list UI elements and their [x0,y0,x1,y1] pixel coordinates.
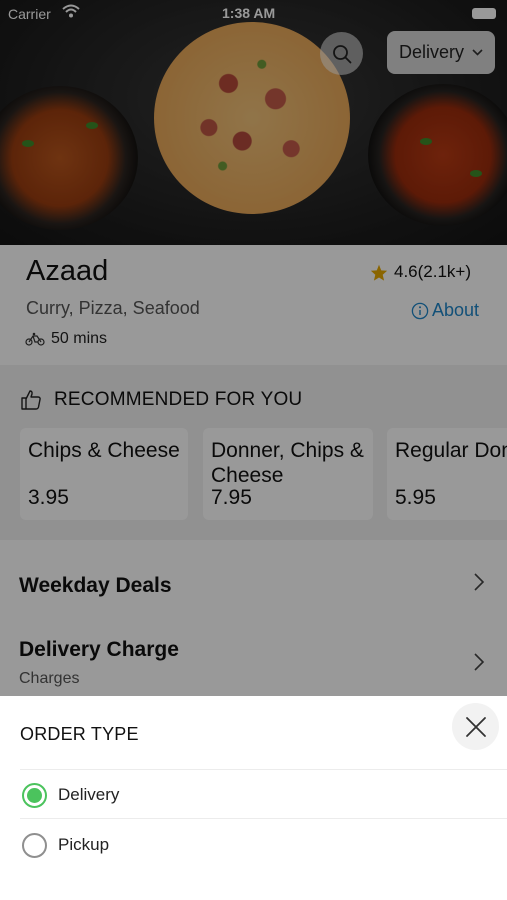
radio-button[interactable] [22,782,47,808]
divider [20,818,507,819]
option-label: Delivery [58,785,120,804]
close-icon [465,716,486,737]
order-type-sheet: ORDER TYPE Delivery Pickup [0,696,507,900]
radio-button[interactable] [22,832,47,858]
radio-selected-dot [27,787,42,803]
close-button[interactable] [452,703,499,750]
order-option-delivery[interactable]: Delivery [22,782,119,808]
sheet-title: ORDER TYPE [20,724,139,744]
option-label: Pickup [58,835,110,854]
order-option-pickup[interactable]: Pickup [22,832,109,858]
divider [20,769,507,770]
